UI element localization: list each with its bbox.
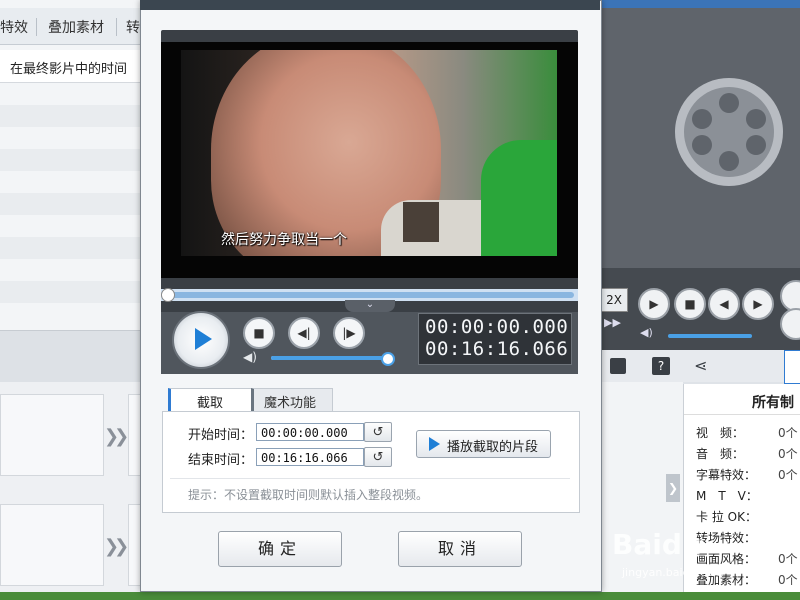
seek-bar-fill <box>165 292 574 298</box>
start-time-label: 开始时间： <box>188 428 254 443</box>
film-reel-inner <box>684 87 774 177</box>
help-icon[interactable]: ? <box>652 357 670 375</box>
list-row[interactable] <box>0 149 140 171</box>
chevron-down-icon[interactable]: ⌄ <box>345 300 395 312</box>
total-time: 00:16:16.066 <box>425 338 569 360</box>
column-header-label: 在最终影片中的时间 <box>10 62 128 77</box>
info-value: 0个 <box>778 573 798 587</box>
info-label: M T V： <box>696 489 758 503</box>
tab-cut[interactable]: 截取 <box>168 388 252 413</box>
previous-frame-icon: ◀| <box>297 326 311 340</box>
divider <box>170 478 570 479</box>
cancel-button[interactable]: 取消 <box>398 531 522 567</box>
play-segment-label: 播放截取的片段 <box>447 440 539 455</box>
list-row[interactable] <box>0 281 140 303</box>
save-icon[interactable] <box>610 358 626 374</box>
tab-overlay-media[interactable]: 叠加素材 <box>48 17 104 37</box>
play-icon <box>195 328 212 350</box>
chevron-right-icon[interactable]: ❯ <box>666 474 680 502</box>
volume-slider-fill <box>271 356 387 360</box>
fast-forward-icon[interactable]: ▶▶ <box>604 316 621 329</box>
arrow-icon: ❯❯ <box>104 536 129 557</box>
video-frame-image <box>181 50 557 256</box>
left-divider-bar <box>0 330 140 383</box>
list-row[interactable] <box>0 105 140 127</box>
clip-thumbnail[interactable] <box>0 504 104 586</box>
reset-time-icon: ↺ <box>372 450 384 465</box>
preview-controls: 2X ▶▶ ▶ ■ ◀ ▶ ◀) <box>600 268 800 350</box>
taskbar <box>0 592 800 600</box>
stop-button[interactable]: ■ <box>674 288 706 320</box>
previous-frame-button[interactable]: ◀| <box>288 317 320 349</box>
end-time-field[interactable]: 00:16:16.066 <box>256 448 364 466</box>
watermark-url: jingyan.baidu.com <box>622 566 724 579</box>
main-tabs: 特效 叠加素材 转 <box>0 8 140 45</box>
current-time: 00:00:00.000 <box>425 316 569 338</box>
volume-slider[interactable] <box>668 334 752 338</box>
reset-start-time-button[interactable]: ↺ <box>364 422 392 442</box>
share-icon[interactable]: ⋖ <box>694 356 707 375</box>
next-frame-button[interactable]: |▶ <box>333 317 365 349</box>
info-value: 0个 <box>778 447 798 461</box>
timeline-column-header: 在最终影片中的时间 <box>0 50 140 83</box>
window-titlebar <box>600 0 800 8</box>
start-time-field[interactable]: 00:00:00.000 <box>256 423 364 441</box>
reset-time-icon: ↺ <box>372 425 384 440</box>
end-time-label: 结束时间： <box>188 453 254 468</box>
hint-text: 提示：不设置截取时间则默认插入整段视频。 <box>188 488 429 502</box>
info-label: 卡 拉 OK： <box>696 510 757 524</box>
info-label: 字幕特效： <box>696 468 757 482</box>
tab-magic[interactable]: 魔术功能 <box>251 388 333 413</box>
next-frame-icon: |▶ <box>342 326 356 340</box>
dialog-titlebar[interactable] <box>140 0 600 10</box>
info-value: 0个 <box>778 468 798 482</box>
ok-button[interactable]: 确定 <box>218 531 342 567</box>
play-button[interactable] <box>172 311 230 369</box>
toolbar: ? ⋖ <box>600 350 800 384</box>
play-segment-button[interactable]: 播放截取的片段 <box>416 430 551 458</box>
next-frame-button[interactable]: ▶ <box>742 288 774 320</box>
watermark-logo: Baidu <box>612 528 702 561</box>
tab-effects[interactable]: 特效 <box>0 17 28 37</box>
extra-button[interactable] <box>780 308 800 340</box>
seek-handle[interactable] <box>161 288 175 302</box>
info-label: 视 频： <box>696 426 745 440</box>
speaker-icon[interactable]: ◀) <box>640 326 653 339</box>
speed-button[interactable]: 2X <box>600 288 628 312</box>
clip-strip: ❯❯ ❯❯ <box>0 382 141 600</box>
list-row[interactable] <box>0 237 140 259</box>
stop-button[interactable]: ■ <box>243 317 275 349</box>
info-value: 0个 <box>778 426 798 440</box>
info-title: 所有制 <box>752 395 794 411</box>
speaker-icon[interactable]: ◀) <box>243 350 257 364</box>
stop-icon: ■ <box>253 326 265 340</box>
side-button[interactable] <box>784 350 800 384</box>
time-display: 00:00:00.000 00:16:16.066 <box>418 313 572 365</box>
tab-magic-label: 魔术功能 <box>264 396 317 411</box>
previous-frame-button[interactable]: ◀ <box>708 288 740 320</box>
reset-end-time-button[interactable]: ↺ <box>364 447 392 467</box>
clip-thumbnail[interactable] <box>0 394 104 476</box>
arrow-icon: ❯❯ <box>104 426 129 447</box>
info-value: 0个 <box>778 552 798 566</box>
tab-cut-label: 截取 <box>197 396 224 411</box>
list-row[interactable] <box>0 193 140 215</box>
tab-transitions[interactable]: 转 <box>126 17 140 37</box>
info-label: 画面风格： <box>696 552 757 566</box>
info-label: 音 频： <box>696 447 745 461</box>
info-label: 转场特效： <box>696 531 757 545</box>
video-subtitle: 然后努力争取当一个 <box>221 232 347 248</box>
play-icon <box>429 437 440 451</box>
play-button[interactable]: ▶ <box>638 288 670 320</box>
